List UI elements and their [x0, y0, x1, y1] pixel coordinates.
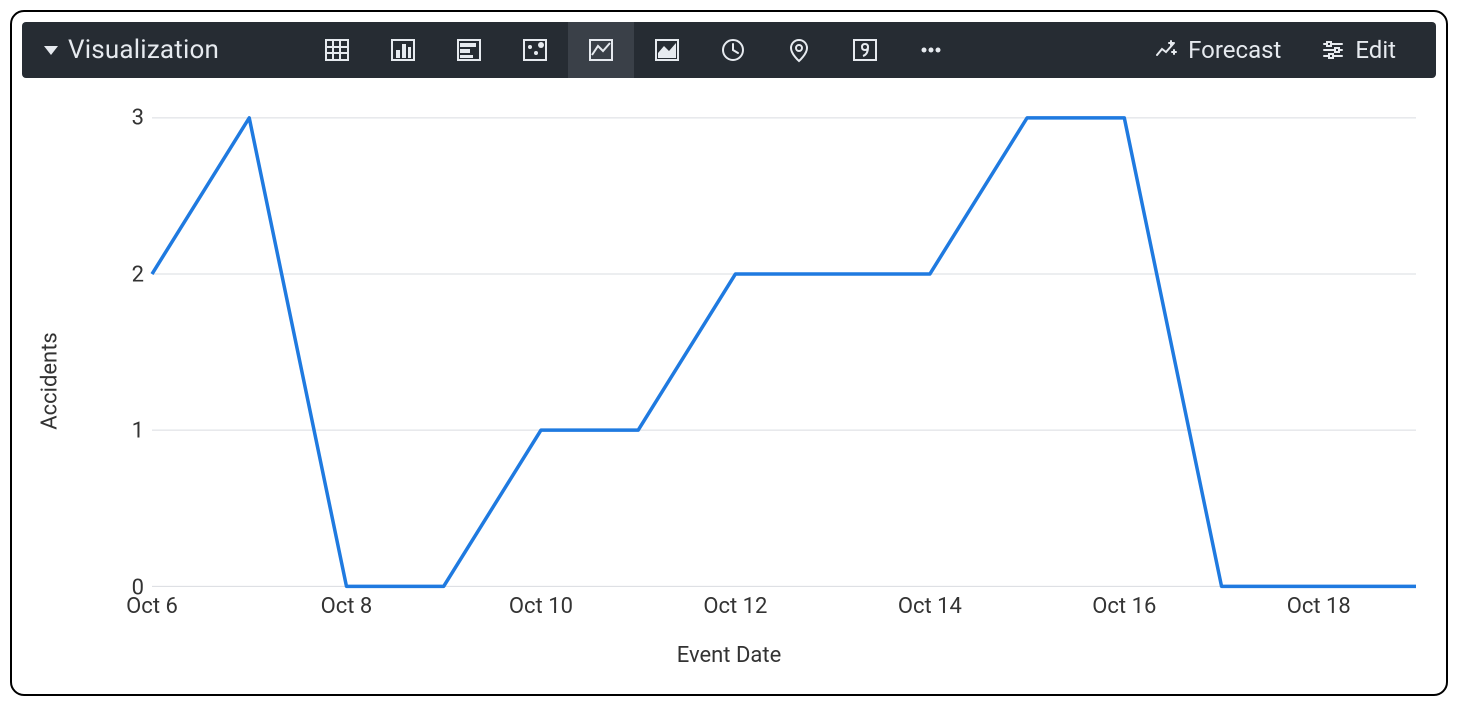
more-button[interactable]	[898, 22, 964, 78]
x-tick-label: Oct 14	[898, 594, 962, 619]
y-tick-label: 1	[104, 419, 144, 444]
forecast-sparkle-icon	[1154, 38, 1178, 62]
table-icon	[323, 36, 351, 64]
more-icon	[917, 36, 945, 64]
bar-chart-icon	[455, 36, 483, 64]
bar-chart-button[interactable]	[436, 22, 502, 78]
chart-area: Accidents Event Date 0123Oct 6Oct 8Oct 1…	[22, 78, 1436, 684]
x-tick-label: Oct 16	[1092, 594, 1156, 619]
visualization-title: Visualization	[68, 35, 219, 65]
edit-sliders-icon	[1321, 38, 1345, 62]
caret-down-icon	[44, 46, 58, 55]
x-tick-label: Oct 18	[1287, 594, 1351, 619]
line-chart-button[interactable]	[568, 22, 634, 78]
x-tick-label: Oct 6	[126, 594, 178, 619]
column-chart-button[interactable]	[370, 22, 436, 78]
y-axis-label: Accidents	[38, 332, 63, 430]
timewrap-button[interactable]	[700, 22, 766, 78]
y-tick-label: 3	[104, 106, 144, 131]
x-tick-label: Oct 12	[703, 594, 767, 619]
single-value-button[interactable]	[832, 22, 898, 78]
area-chart-icon	[653, 36, 681, 64]
x-tick-label: Oct 8	[321, 594, 373, 619]
edit-label: Edit	[1355, 36, 1396, 64]
forecast-button[interactable]: Forecast	[1154, 36, 1281, 64]
visualization-toolbar: Visualization Forecast	[22, 22, 1436, 78]
map-pin-icon	[785, 36, 813, 64]
column-chart-icon	[389, 36, 417, 64]
map-pin-button[interactable]	[766, 22, 832, 78]
x-tick-label: Oct 10	[509, 594, 573, 619]
visualization-dropdown[interactable]: Visualization	[22, 35, 304, 65]
y-tick-label: 2	[104, 262, 144, 287]
single-value-icon	[851, 36, 879, 64]
scatter-chart-button[interactable]	[502, 22, 568, 78]
chart-type-icons	[304, 22, 964, 78]
area-chart-button[interactable]	[634, 22, 700, 78]
forecast-label: Forecast	[1188, 36, 1281, 64]
edit-button[interactable]: Edit	[1321, 36, 1396, 64]
scatter-chart-icon	[521, 36, 549, 64]
timewrap-icon	[719, 36, 747, 64]
x-axis-label: Event Date	[22, 643, 1436, 668]
table-button[interactable]	[304, 22, 370, 78]
toolbar-actions: Forecast Edit	[1154, 36, 1436, 64]
line-chart-icon	[587, 36, 615, 64]
app-frame: Visualization Forecast	[10, 10, 1448, 696]
